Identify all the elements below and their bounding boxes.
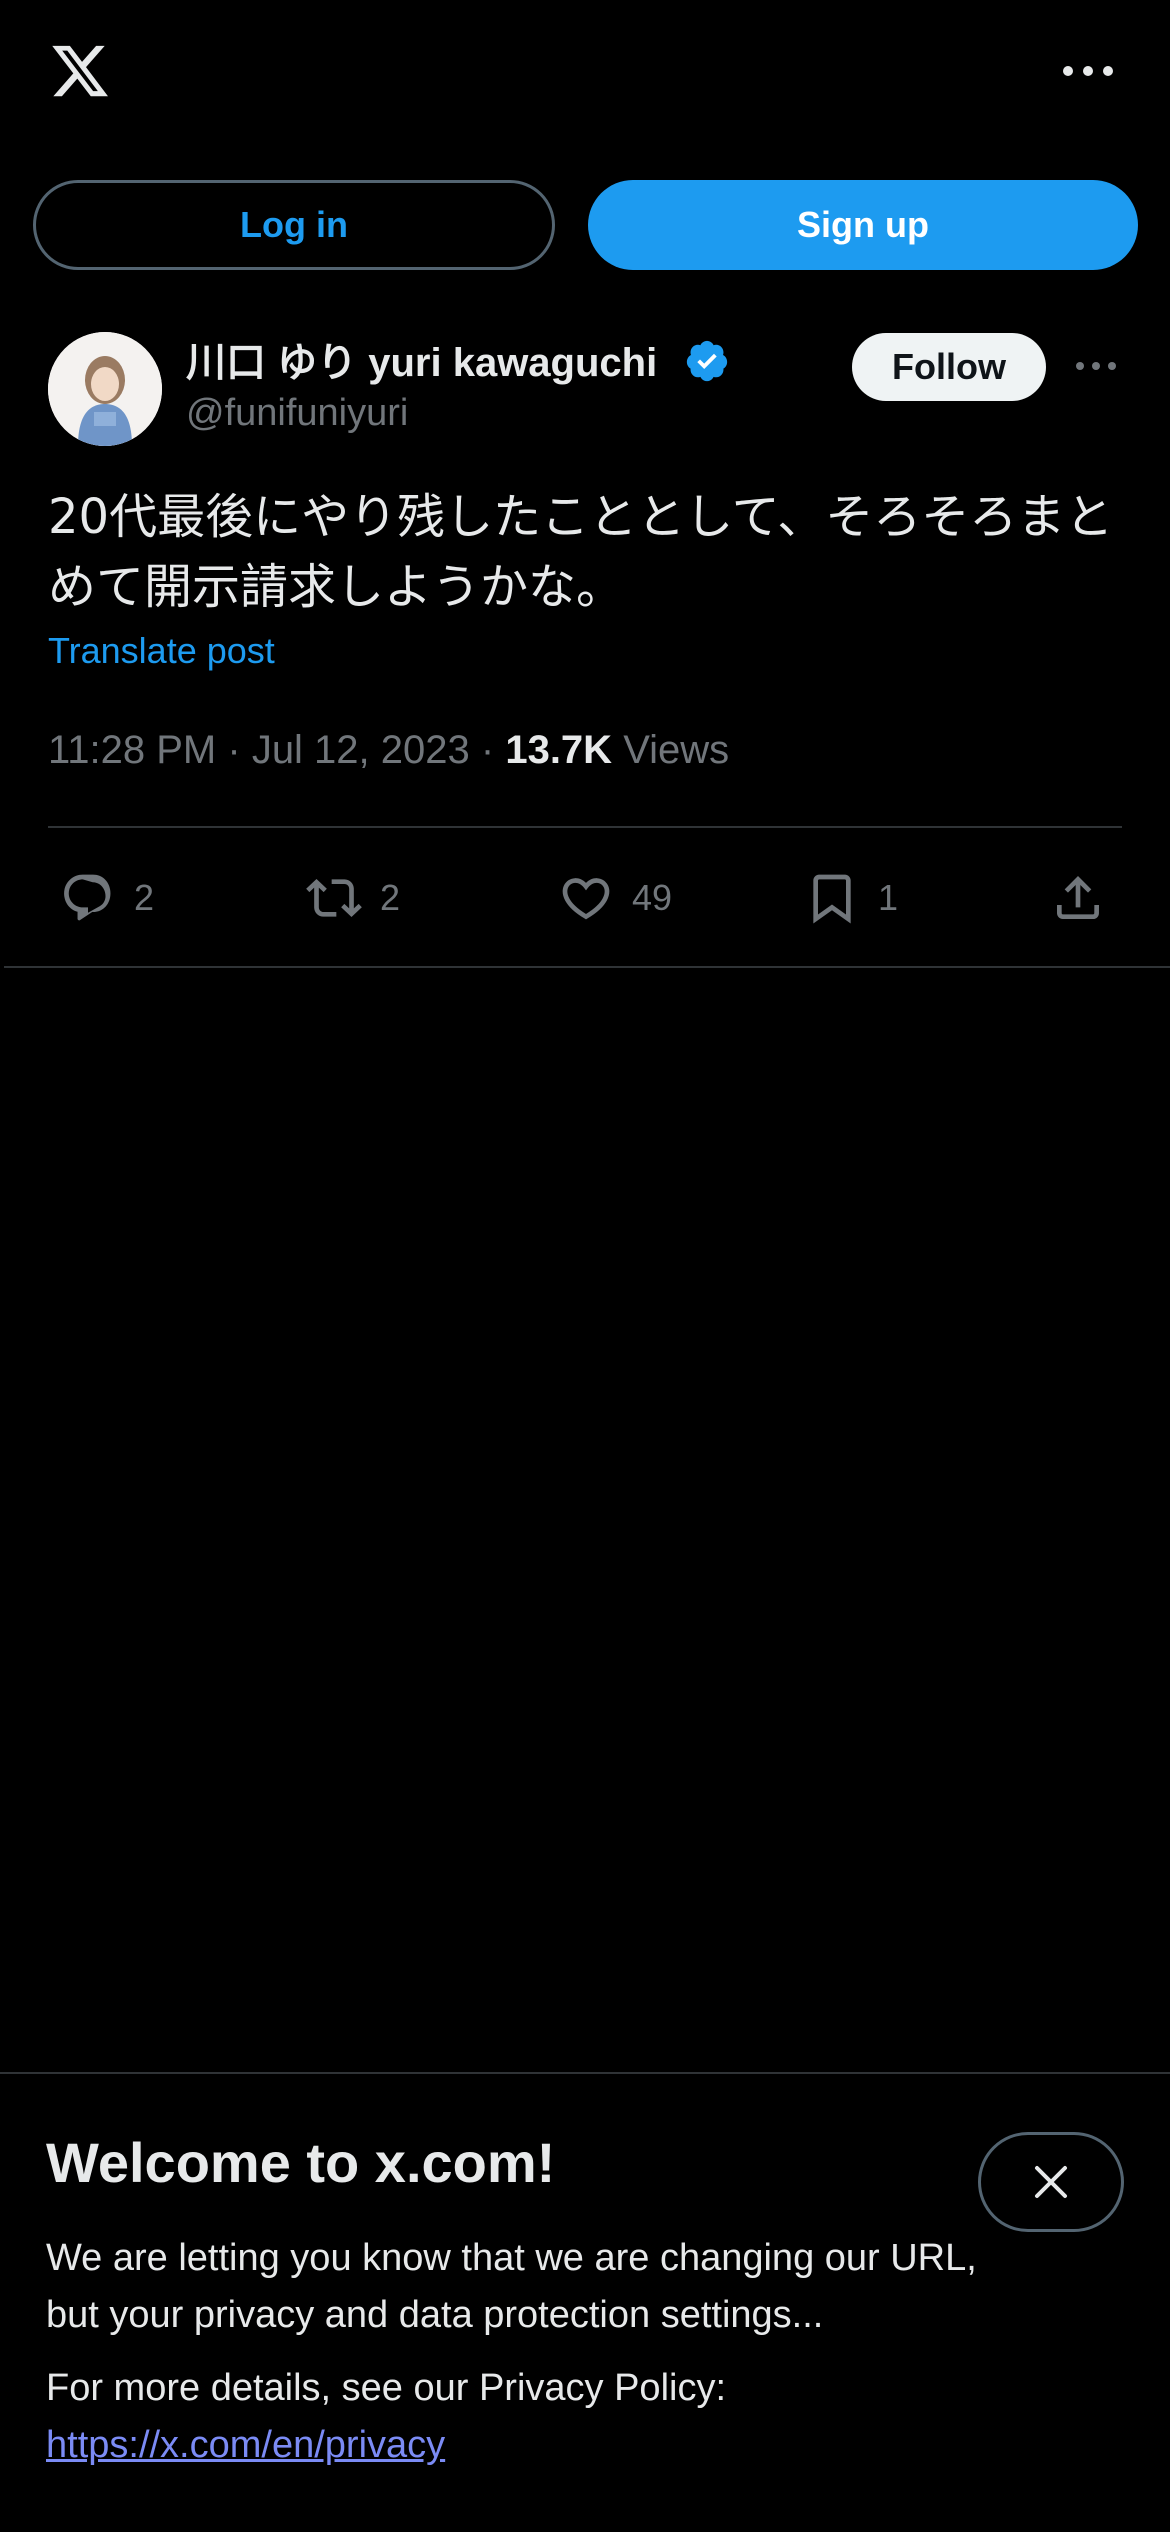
views-count: 13.7K [505,728,613,772]
banner-more-details: For more details, see our Privacy Policy… [46,2367,727,2409]
bookmark-count: 1 [878,877,899,918]
post-date[interactable]: Jul 12, 2023 [252,728,470,772]
x-logo-icon[interactable] [46,40,114,102]
login-button[interactable]: Log in [33,180,555,270]
divider [48,826,1122,828]
user-handle[interactable]: @funifuniyuri [186,392,408,435]
banner-title: Welcome to x.com! [46,2131,556,2194]
repost-button[interactable]: 2 [306,866,400,930]
translate-post-link[interactable]: Translate post [48,630,275,672]
follow-button[interactable]: Follow [852,333,1046,401]
post-more-icon[interactable] [1074,356,1118,376]
repost-icon [306,879,362,917]
close-banner-button[interactable] [978,2132,1124,2232]
bookmark-icon [813,874,851,924]
views-label: Views [623,728,730,772]
top-bar [0,0,1170,150]
share-icon [1057,876,1099,919]
banner-border [0,2072,1170,2074]
post-meta: 11:28 PM · Jul 12, 2023 · 13.7K Views [48,728,729,773]
post-time[interactable]: 11:28 PM [48,728,216,772]
reply-button[interactable]: 2 [60,866,154,930]
like-count: 49 [632,877,673,918]
meta-separator: · [227,728,252,772]
post-text: 20代最後にやり残したこととして、そろそろまとめて開示請求しようかな。 [48,489,1114,615]
avatar[interactable] [48,332,162,446]
signup-button[interactable]: Sign up [588,180,1138,270]
reply-count: 2 [134,877,155,918]
more-horizontal-icon[interactable] [1058,56,1118,86]
verified-badge-icon [686,340,728,382]
share-button[interactable] [1050,866,1106,930]
avatar-image [48,332,162,446]
repost-count: 2 [380,877,401,918]
close-icon [1035,2166,1067,2198]
divider [4,966,1170,968]
reply-icon [64,874,111,921]
bookmark-button[interactable]: 1 [804,866,898,930]
meta-separator: · [480,728,506,772]
privacy-policy-link[interactable]: https://x.com/en/privacy [46,2417,445,2474]
heart-icon [562,878,610,920]
like-button[interactable]: 49 [558,866,672,930]
banner-body: We are letting you know that we are chan… [46,2237,977,2336]
display-name[interactable]: 川口 ゆり yuri kawaguchi [186,330,657,388]
